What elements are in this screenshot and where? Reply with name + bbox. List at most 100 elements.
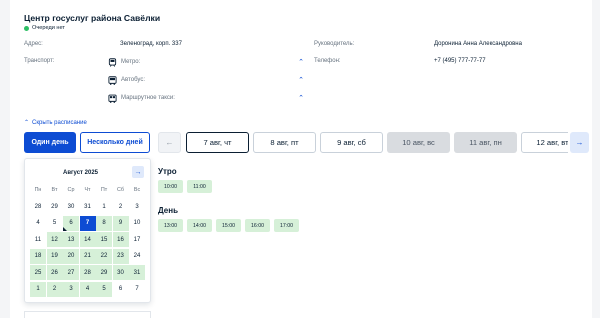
calendar-day-number: 24 (133, 253, 141, 259)
transport-item-metro[interactable]: Метро: ⌃ (108, 56, 304, 68)
chevron-up-icon[interactable]: ⌃ (298, 94, 304, 102)
chevron-up-small-icon: ⌃ (24, 120, 30, 126)
transport-name: Метро: (121, 59, 141, 65)
prev-days-button[interactable]: ← (158, 132, 181, 153)
arrow-right-icon: → (134, 168, 142, 176)
calendar-day[interactable]: 20 (63, 248, 79, 264)
calendar-day-selected[interactable]: 7 (79, 215, 96, 231)
day-tab[interactable]: 10 авг, вс (387, 132, 450, 153)
manager-value: Доронина Анна Александровна (434, 41, 522, 47)
time-slot[interactable]: 15:00 (216, 219, 241, 232)
hide-schedule-label: Скрыть расписание (32, 119, 87, 126)
calendar-day[interactable]: 27 (63, 265, 79, 280)
day-tab[interactable]: 9 авг, сб (320, 132, 383, 153)
transport-name: Автобус: (121, 77, 145, 83)
calendar-day-number: 2 (118, 203, 123, 210)
calendar-day-number: 6 (118, 286, 123, 292)
calendar-day: 5 (47, 216, 63, 231)
calendar-day-number: 8 (102, 220, 106, 226)
calendar-day: 29 (47, 199, 63, 214)
calendar-day-number: 1 (102, 203, 106, 210)
calendar-day[interactable]: 21 (79, 248, 96, 264)
calendar-day[interactable]: 1 (30, 281, 46, 297)
calendar-day[interactable]: 4 (79, 281, 96, 297)
calendar-day-number: 7 (135, 286, 139, 292)
calendar-day: 24 (129, 249, 145, 264)
calendar-day[interactable]: 14 (79, 232, 96, 247)
arrow-right-icon: → (575, 138, 584, 147)
calendar-popup: Август 2025 → Пн Вт Ср Чт Пт Сб Вс 28 29 30 31 1 2 3 4… (24, 158, 151, 303)
calendar-day[interactable]: 26 (46, 265, 63, 280)
transport-item-bus[interactable]: Автобус: ⌃ (108, 74, 304, 86)
calendar-day-number: 22 (100, 253, 108, 259)
calendar-day[interactable]: 2 (46, 281, 63, 297)
time-slot[interactable]: 14:00 (187, 219, 212, 232)
transport-item-minibus[interactable]: Маршрутное такси: ⌃ (108, 92, 304, 104)
phone-value: +7 (495) 777-77-77 (434, 58, 486, 64)
calendar-day[interactable]: 6 (63, 215, 79, 231)
next-days-button[interactable]: → (570, 132, 589, 153)
calendar-day-number: 17 (133, 236, 141, 243)
calendar-day: 11 (30, 232, 46, 247)
address-value: Зеленоград, корп. 337 (120, 41, 182, 47)
calendar-day[interactable]: 18 (30, 248, 46, 264)
day-tab[interactable]: 12 авг, вт (521, 132, 568, 153)
calendar-day[interactable]: 31 (129, 265, 145, 280)
calendar-day-number: 18 (34, 253, 42, 259)
calendar-day[interactable]: 22 (96, 248, 112, 264)
calendar-day-number: 1 (36, 286, 40, 292)
calendar-day[interactable]: 12 (46, 232, 63, 247)
time-slot[interactable]: 17:00 (274, 219, 299, 232)
calendar-day-number: 9 (118, 220, 123, 226)
calendar-day[interactable]: 28 (79, 265, 96, 280)
calendar-day-number: 11 (34, 236, 42, 243)
calendar-day-number: 29 (100, 269, 108, 276)
calendar-day: 10 (129, 216, 145, 231)
calendar-day-number: 25 (34, 269, 42, 276)
day-tab[interactable]: 7 авг, чт (186, 132, 249, 153)
calendar-day[interactable]: 30 (112, 265, 129, 280)
calendar-day[interactable]: 13 (63, 232, 79, 247)
calendar-day-number: 27 (67, 269, 75, 276)
time-slot[interactable]: 10:00 (158, 180, 183, 193)
calendar-day-number: 30 (117, 269, 124, 276)
calendar-day-number: 5 (102, 286, 106, 292)
single-day-button[interactable]: Один день (24, 132, 76, 153)
calendar-day-number: 2 (52, 286, 57, 292)
calendar-day[interactable]: 29 (96, 265, 112, 280)
time-slot[interactable]: 16:00 (245, 219, 270, 232)
calendar-day[interactable]: 5 (96, 281, 112, 297)
calendar-day-number: 28 (84, 269, 91, 276)
calendar-next-button[interactable]: → (132, 166, 144, 178)
hide-schedule-link[interactable]: ⌃ Скрыть расписание (24, 119, 87, 127)
calendar-day-number: 31 (133, 269, 141, 276)
calendar-day[interactable]: 3 (63, 281, 79, 297)
calendar-day-number: 15 (100, 236, 108, 243)
calendar-day[interactable]: 19 (46, 248, 63, 264)
calendar-day-number: 3 (69, 286, 73, 292)
calendar-day[interactable]: 23 (112, 248, 129, 264)
calendar-day: 3 (129, 199, 145, 214)
day-tab[interactable]: 11 авг, пн (454, 132, 517, 153)
bus-icon (108, 75, 117, 85)
calendar-day[interactable]: 9 (112, 215, 129, 231)
calendar-day-number: 3 (135, 203, 139, 210)
weekday-label: Чт (84, 187, 91, 193)
calendar-day[interactable]: 25 (30, 265, 46, 280)
day-tab[interactable]: 8 авг, пт (253, 132, 316, 153)
chevron-up-icon[interactable]: ⌃ (298, 76, 304, 84)
calendar-day: 7 (129, 282, 145, 297)
calendar-day[interactable]: 15 (96, 232, 112, 247)
time-slot[interactable]: 11:00 (187, 180, 212, 193)
today-marker-icon (63, 226, 67, 231)
calendar-day-number: 4 (85, 286, 90, 292)
multi-day-button[interactable]: Несколько дней (80, 132, 150, 153)
weekday-label: Пн (34, 187, 42, 193)
calendar-day[interactable]: 16 (112, 232, 129, 247)
calendar-day: 28 (30, 199, 46, 214)
morning-title: Утро (158, 167, 177, 176)
transport-label: Транспорт: (24, 58, 55, 64)
time-slot[interactable]: 13:00 (158, 219, 183, 232)
calendar-day[interactable]: 8 (96, 215, 112, 231)
chevron-up-icon[interactable]: ⌃ (298, 58, 304, 66)
